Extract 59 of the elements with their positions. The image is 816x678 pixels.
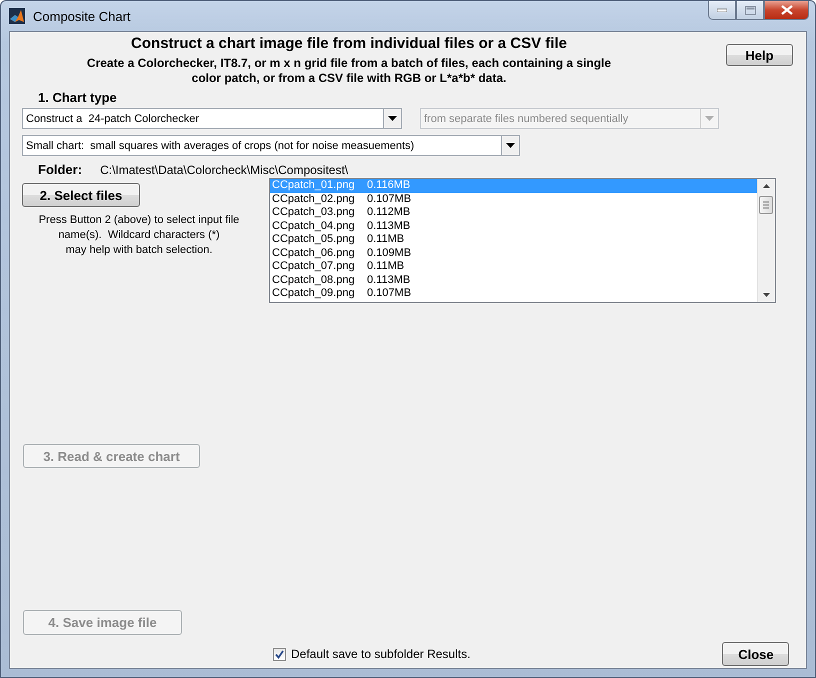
dialog-heading: Construct a chart image file from individual files or a CSV file: [130, 35, 568, 52]
dropdown-arrow-icon: [506, 143, 515, 148]
file-name: CCpatch_08.png: [272, 274, 356, 287]
checkbox[interactable]: [273, 648, 286, 660]
file-name: CCpatch_09.png: [272, 287, 356, 300]
window-title: Composite Chart: [33, 8, 131, 24]
file-size: 0.113MB: [367, 220, 410, 233]
checkbox-label: Default save to subfolder Results.: [291, 647, 470, 661]
file-row[interactable]: CCpatch_07.png 0.11MB: [270, 260, 757, 274]
file-size: 0.107MB: [367, 287, 412, 300]
file-size: 0.11MB: [367, 260, 404, 274]
close-icon: [780, 5, 792, 15]
scroll-thumb[interactable]: [759, 196, 773, 214]
file-name: CCpatch_07.png: [272, 260, 356, 274]
file-size: 0.113MB: [367, 274, 410, 287]
select-value: Small chart: small squares with averages of crops (not for noise measuements): [26, 140, 416, 152]
file-name: CCpatch_01.png: [272, 179, 356, 192]
file-row[interactable]: CCpatch_03.png 0.112MB: [270, 206, 757, 220]
file-size: 0.109MB: [367, 246, 412, 260]
help-button[interactable]: Help: [726, 44, 793, 66]
app-icon: [9, 8, 25, 24]
close-window-button[interactable]: [764, 1, 809, 20]
file-size: 0.11MB: [367, 233, 404, 246]
file-row[interactable]: CCpatch_09.png 0.107MB: [270, 287, 757, 300]
instruction-text: Press Button 2 (above) to select input file name(s). Wildcard characters (*) may help with batch selection.: [38, 213, 240, 258]
file-name: CCpatch_03.png: [272, 206, 356, 220]
chart-size-select[interactable]: Small chart: small squares with averages of crops (not for noise measuements): [22, 135, 520, 156]
scroll-down-icon[interactable]: [763, 293, 770, 297]
scroll-up-icon[interactable]: [763, 184, 770, 188]
file-row[interactable]: CCpatch_04.png 0.113MB: [270, 220, 757, 233]
file-name: CCpatch_05.png: [272, 233, 356, 246]
folder-label: Folder:: [38, 162, 82, 177]
select-value: Construct a 24-patch Colorchecker: [26, 112, 200, 124]
file-row[interactable]: CCpatch_06.png 0.109MB: [270, 246, 757, 260]
folder-path: C:\Imatest\Data\Colorcheck\Misc\Compositest\: [100, 163, 348, 177]
file-size: 0.116MB: [367, 179, 410, 192]
dialog-description: Create a Colorchecker, IT8.7, or m x n grid file from a batch of files, each containing a single color patch, or from a CSV file with RGB or L*a*b* data.: [86, 56, 612, 86]
file-row[interactable]: CCpatch_02.png 0.107MB: [270, 192, 757, 206]
file-name: CCpatch_06.png: [272, 246, 356, 260]
minimize-icon: [717, 8, 727, 12]
file-name: CCpatch_02.png: [272, 192, 356, 206]
file-row[interactable]: CCpatch_08.png 0.113MB: [270, 274, 757, 287]
file-size: 0.107MB: [367, 192, 412, 206]
file-name: CCpatch_04.png: [272, 220, 356, 233]
dropdown-arrow-icon: [705, 116, 714, 121]
maximize-button[interactable]: [736, 1, 764, 20]
checkmark-icon: [275, 650, 284, 658]
chart-type-select[interactable]: Construct a 24-patch Colorchecker: [22, 108, 402, 129]
maximize-icon: [744, 6, 756, 14]
dropdown-arrow-icon: [388, 116, 397, 121]
close-button[interactable]: Close: [722, 642, 790, 666]
minimize-button[interactable]: [708, 1, 736, 20]
section-label: 1. Chart type: [38, 90, 118, 105]
file-row[interactable]: CCpatch_05.png 0.11MB: [270, 233, 757, 246]
file-size: 0.112MB: [367, 206, 410, 220]
scrollbar[interactable]: [757, 179, 775, 302]
select-value: from separate files numbered sequentially: [424, 112, 630, 124]
file-list[interactable]: [269, 178, 776, 303]
select-files-button[interactable]: 2. Select files: [22, 183, 140, 207]
